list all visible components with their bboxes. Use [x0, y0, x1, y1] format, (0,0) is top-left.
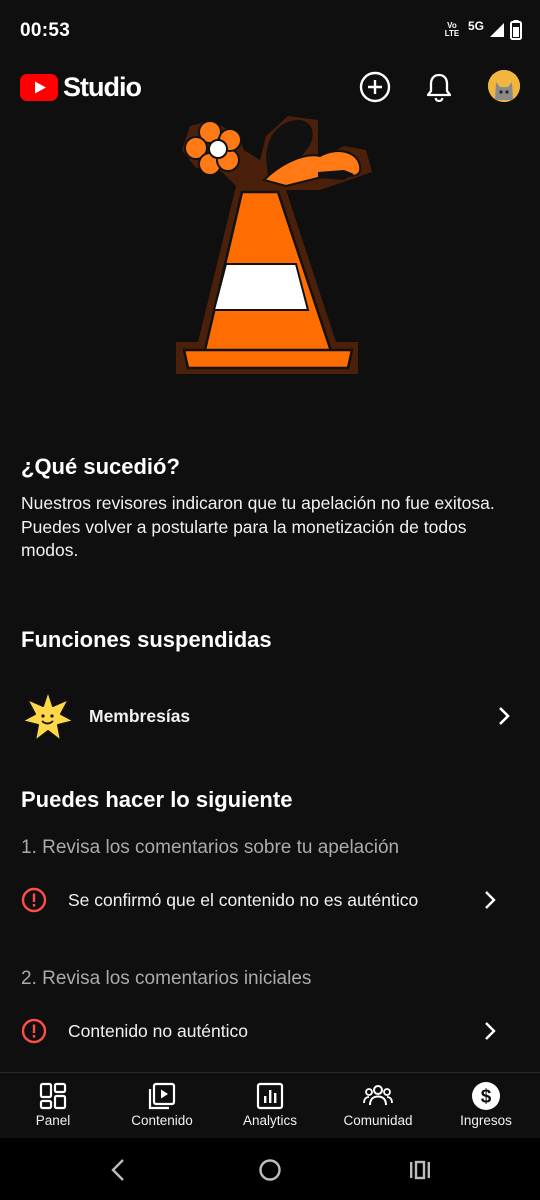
create-icon	[359, 71, 391, 103]
suspended-features-title: Funciones suspendidas	[21, 627, 272, 652]
svg-text:$: $	[481, 1087, 492, 1108]
volte-indicator: Vo LTE	[444, 21, 460, 38]
content-icon	[148, 1082, 176, 1110]
alert-icon	[21, 1018, 47, 1044]
memberships-label: Membresías	[89, 706, 191, 726]
recents-icon[interactable]	[404, 1154, 436, 1186]
youtube-studio-logo[interactable]: Studio	[20, 72, 142, 103]
nav-item-ingresos[interactable]: $ Ingresos	[436, 1073, 536, 1139]
next-steps-title-wrap: Puedes hacer lo siguiente	[21, 787, 521, 813]
next-steps-title: Puedes hacer lo siguiente	[21, 787, 293, 812]
suspended-features-title-wrap: Funciones suspendidas	[21, 627, 521, 653]
alert-icon	[21, 887, 47, 913]
nav-item-contenido[interactable]: Contenido	[112, 1073, 212, 1139]
system-nav-bar	[0, 1138, 540, 1200]
step-1-item[interactable]: Se confirmó que el contenido no es autén…	[0, 876, 540, 924]
nav-label-contenido: Contenido	[131, 1113, 193, 1128]
status-bar: 00:53 Vo LTE 5G	[0, 0, 540, 64]
traffic-cone-illustration	[176, 116, 372, 374]
nav-item-panel[interactable]: Panel	[3, 1073, 103, 1139]
notifications-icon	[426, 73, 452, 102]
status-time: 00:53	[20, 20, 71, 41]
bottom-nav: Panel Contenido Analytics Comunidad $ In…	[0, 1072, 540, 1139]
step-1-heading-wrap: 1. Revisa los comentarios sobre tu apela…	[21, 837, 521, 859]
what-happened-body: Nuestros revisores indicaron que tu apel…	[21, 493, 495, 560]
what-happened-section: ¿Qué sucedió? Nuestros revisores indicar…	[21, 454, 521, 563]
earn-icon: $	[472, 1082, 500, 1110]
step-2-item-label: Contenido no auténtico	[68, 1021, 248, 1041]
step-1-item-label: Se confirmó que el contenido no es autén…	[68, 890, 419, 910]
community-icon	[363, 1085, 393, 1106]
nav-label-analytics: Analytics	[242, 1113, 298, 1128]
status-icons: Vo LTE 5G	[442, 19, 522, 40]
chevron-right-icon	[499, 707, 510, 725]
step-1-heading: 1. Revisa los comentarios sobre tu apela…	[21, 837, 400, 858]
nav-item-comunidad[interactable]: Comunidad	[328, 1073, 428, 1139]
notifications-button[interactable]	[421, 69, 457, 105]
chevron-right-icon	[485, 891, 496, 909]
battery-icon	[510, 20, 522, 40]
suspended-item-memberships[interactable]: Membresías	[0, 688, 540, 744]
analytics-icon	[256, 1082, 284, 1110]
nav-label-panel: Panel	[35, 1113, 71, 1128]
step-2-heading-wrap: 2. Revisa los comentarios iniciales	[21, 968, 521, 990]
dashboard-icon	[39, 1082, 67, 1110]
nav-item-analytics[interactable]: Analytics	[220, 1073, 320, 1139]
nav-label-ingresos: Ingresos	[460, 1113, 512, 1128]
youtube-logo-icon	[20, 74, 58, 101]
avatar[interactable]	[488, 70, 520, 102]
back-icon[interactable]	[103, 1154, 135, 1186]
step-2-heading: 2. Revisa los comentarios iniciales	[21, 968, 312, 989]
chevron-right-icon	[485, 1022, 496, 1040]
step-2-item[interactable]: Contenido no auténtico	[0, 1007, 540, 1055]
nav-label-comunidad: Comunidad	[343, 1113, 413, 1128]
app-header: Studio	[0, 64, 540, 114]
home-icon[interactable]	[254, 1154, 286, 1186]
network-type: 5G	[467, 19, 484, 33]
create-button[interactable]	[357, 69, 393, 105]
signal-icon	[490, 23, 504, 37]
membership-star-icon	[21, 690, 75, 742]
logo-text: Studio	[63, 72, 142, 102]
what-happened-title: ¿Qué sucedió?	[21, 454, 180, 479]
